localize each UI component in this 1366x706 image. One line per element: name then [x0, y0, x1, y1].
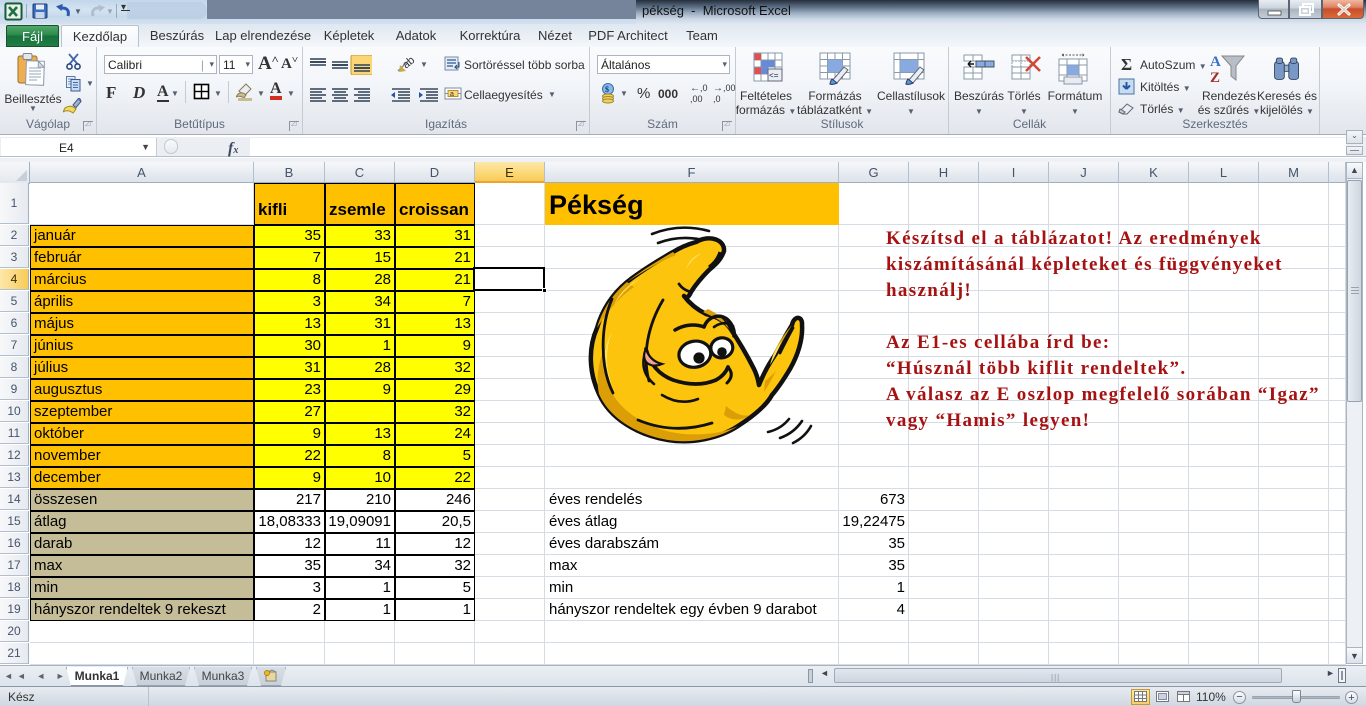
svg-text:a: a [450, 91, 454, 98]
svg-text:$: $ [605, 85, 609, 94]
svg-text:<=: <= [769, 72, 779, 81]
svg-text:A: A [1210, 54, 1221, 70]
svg-text:Z: Z [1210, 70, 1220, 86]
